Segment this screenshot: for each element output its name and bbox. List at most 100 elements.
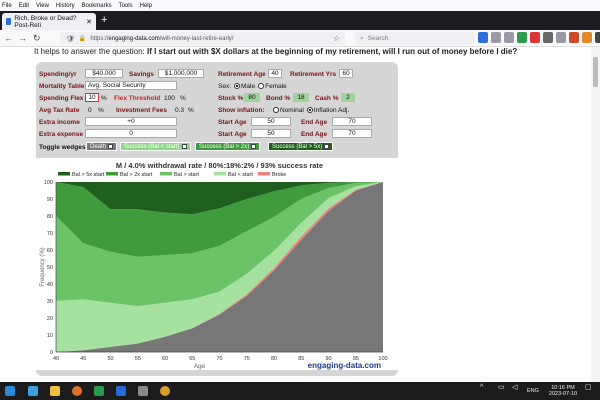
reload-icon[interactable]: ↻: [33, 32, 41, 44]
menu-item-view[interactable]: View: [36, 3, 49, 9]
threshold-label: Flex Threshold: [114, 95, 161, 102]
x-axis-label: Age: [194, 363, 206, 370]
url-path: /will-money-last-retire-early/: [159, 35, 234, 42]
menu-item-bookmarks[interactable]: Bookmarks: [82, 3, 112, 9]
start-age-input-1[interactable]: 50: [251, 117, 291, 126]
notification-icon[interactable]: ▢: [585, 384, 592, 391]
chrome-icon[interactable]: [160, 386, 170, 396]
end-age-label-2: End Age: [301, 131, 328, 138]
extra-income-input[interactable]: +0: [85, 117, 177, 126]
volume-icon[interactable]: ◁: [512, 384, 517, 391]
forward-icon[interactable]: →: [18, 32, 27, 44]
savings-input[interactable]: $1,000,000: [158, 69, 204, 78]
puzzle-icon[interactable]: [556, 32, 566, 43]
url-bar[interactable]: 🛡 🔒 https://engaging-data.com/will-money…: [60, 32, 345, 45]
end-age-input-1[interactable]: 70: [332, 117, 372, 126]
wedge-toggle-death[interactable]: Death: [86, 142, 118, 151]
menu-icon[interactable]: [595, 32, 600, 43]
fees-value[interactable]: 0.3: [175, 107, 184, 114]
inflation-adj-radio[interactable]: [306, 107, 313, 114]
flex-label: Spending Flex: [39, 95, 84, 102]
x-tick-label: 55: [135, 356, 141, 362]
end-age-label-1: End Age: [301, 119, 328, 126]
y-axis-label: Frequency (%): [40, 247, 46, 286]
account-icon[interactable]: [543, 32, 553, 43]
wedge-toggle-bal-gt-2x[interactable]: Success (Bal > 2x): [195, 142, 261, 151]
flex-pct: %: [101, 95, 107, 102]
retire-yrs-label: Retirement Yrs: [290, 71, 337, 78]
extension-badge-icon[interactable]: [530, 32, 540, 43]
inflation-label: Show inflation:: [218, 107, 265, 114]
bookmark-star-icon[interactable]: ☆: [333, 34, 340, 43]
menu-item-tools[interactable]: Tools: [119, 3, 133, 9]
lock-icon: 🔒: [78, 36, 87, 42]
x-tick-label: 40: [53, 356, 59, 362]
x-tick-label: 50: [107, 356, 113, 362]
windows-start-icon[interactable]: [5, 386, 15, 396]
menu-item-file[interactable]: File: [2, 3, 12, 9]
wedge-label-bal-gt-5x: Success (Bal > 5x): [272, 143, 323, 150]
menu-item-help[interactable]: Help: [140, 3, 152, 9]
tax-label: Avg Tax Rate: [39, 107, 80, 114]
x-tick-label: 75: [244, 356, 250, 362]
word-icon[interactable]: [116, 386, 126, 396]
wedge-toggle-bal-gt-5x[interactable]: Success (Bal > 5x): [268, 142, 334, 151]
male-radio[interactable]: [234, 83, 241, 90]
close-tab-icon[interactable]: ✕: [86, 18, 92, 26]
spending-label: Spending/yr: [39, 71, 77, 78]
fees-label: Investment Fees: [116, 107, 167, 114]
checkbox-icon: [181, 144, 187, 149]
tray-chevron-icon[interactable]: ^: [480, 384, 483, 391]
y-tick-label: 20: [47, 316, 53, 322]
scrollbar-thumb[interactable]: [593, 57, 598, 87]
mortality-select[interactable]: Avg. Social Security: [85, 81, 177, 90]
edge-icon[interactable]: [28, 386, 38, 396]
clock[interactable]: 10:16 PM 2023-07-10: [547, 385, 579, 397]
legend-swatch-0: [58, 172, 70, 176]
flex-input[interactable]: 10: [85, 93, 99, 102]
checkbox-icon: [251, 144, 257, 149]
language-indicator[interactable]: ENG: [527, 388, 539, 394]
search-box[interactable]: ⌕ Search: [355, 32, 475, 45]
threshold-pct: %: [180, 95, 186, 102]
wedge-toggle-bal-lt-start[interactable]: Success (Bal < start): [120, 142, 191, 151]
bond-input[interactable]: 18: [293, 93, 309, 102]
female-radio[interactable]: [258, 83, 265, 90]
stock-input[interactable]: 80: [244, 93, 260, 102]
extra-expense-input[interactable]: 0: [85, 129, 177, 138]
library-icon[interactable]: [491, 32, 501, 43]
spending-input[interactable]: $40,000: [85, 69, 123, 78]
tab-bar: Rich, Broke or Dead? Post-Reti ✕ +: [0, 11, 600, 30]
end-age-input-2[interactable]: 70: [332, 129, 372, 138]
browser-tab[interactable]: Rich, Broke or Dead? Post-Reti ✕: [2, 13, 96, 30]
tax-value[interactable]: 0: [88, 107, 92, 114]
retire-yrs-input[interactable]: 60: [339, 69, 353, 78]
start-age-input-2[interactable]: 50: [251, 129, 291, 138]
network-icon[interactable]: ▭: [498, 384, 505, 391]
firefox-icon[interactable]: [72, 386, 82, 396]
file-explorer-icon[interactable]: [50, 386, 60, 396]
download-icon[interactable]: [478, 32, 488, 43]
new-tab-icon[interactable]: +: [101, 14, 107, 26]
toggle-label: Toggle wedges:: [39, 144, 88, 151]
addon-icon[interactable]: [569, 32, 579, 43]
favicon-icon: [6, 18, 12, 25]
addon-orange-icon[interactable]: [582, 32, 592, 43]
cash-input[interactable]: 2: [341, 93, 355, 102]
app-green-icon[interactable]: [94, 386, 104, 396]
retire-age-input[interactable]: 40: [268, 69, 282, 78]
nav-bar: ← → ↻ 🛡 🔒 https://engaging-data.com/will…: [0, 30, 600, 47]
search-placeholder: Search: [367, 35, 389, 42]
scrollbar[interactable]: [591, 47, 600, 382]
y-tick-label: 80: [47, 214, 53, 220]
back-icon[interactable]: ←: [4, 32, 13, 44]
menu-item-history[interactable]: History: [56, 3, 75, 9]
y-tick-label: 40: [47, 282, 53, 288]
calculator-icon[interactable]: [138, 386, 148, 396]
threshold-value[interactable]: 100: [164, 95, 175, 102]
extension-icon[interactable]: [517, 32, 527, 43]
sidebar-icon[interactable]: [504, 32, 514, 43]
nominal-radio[interactable]: [273, 107, 279, 114]
savings-label: Savings: [129, 71, 154, 78]
menu-item-edit[interactable]: Edit: [19, 3, 29, 9]
